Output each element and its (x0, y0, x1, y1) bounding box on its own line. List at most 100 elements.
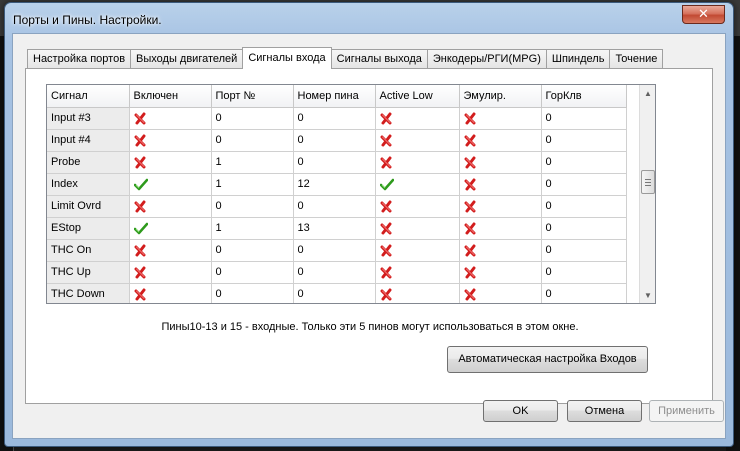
pin-number-cell[interactable]: 0 (293, 239, 376, 262)
column-header-port[interactable]: Порт № (211, 85, 294, 108)
hotkey-cell[interactable]: 0 (541, 261, 627, 284)
enabled-cell[interactable] (129, 283, 212, 303)
enabled-cell[interactable] (129, 239, 212, 262)
tab-port-setup[interactable]: Настройка портов (27, 49, 132, 69)
pin-number-cell[interactable]: 0 (293, 129, 376, 152)
pin-number-cell[interactable]: 0 (293, 151, 376, 174)
port-number-cell[interactable]: 0 (211, 107, 294, 130)
scroll-down-arrow[interactable]: ▼ (640, 287, 655, 303)
red-x-icon (464, 200, 477, 212)
tab-output-signals[interactable]: Сигналы выхода (330, 49, 428, 69)
emulated-cell[interactable] (459, 283, 542, 303)
signal-name-cell[interactable]: Input #3 (47, 107, 130, 130)
emulated-cell[interactable] (459, 151, 542, 174)
signal-name-cell[interactable]: EStop (47, 217, 130, 240)
table-row[interactable]: Input #4 0 0 0 (47, 129, 627, 152)
table-row[interactable]: THC Down 0 0 0 (47, 283, 627, 303)
column-header-enabled[interactable]: Включен (129, 85, 212, 108)
auto-setup-inputs-button[interactable]: Автоматическая настройка Входов (447, 346, 648, 373)
column-header-emulated[interactable]: Эмулир. (459, 85, 542, 108)
red-x-icon (380, 134, 393, 146)
column-header-hotkey[interactable]: ГорКлв (541, 85, 627, 108)
enabled-cell[interactable] (129, 129, 212, 152)
table-row[interactable]: Limit Ovrd 0 0 0 (47, 195, 627, 218)
enabled-cell[interactable] (129, 195, 212, 218)
pin-number-cell[interactable]: 0 (293, 283, 376, 303)
hotkey-cell[interactable]: 0 (541, 217, 627, 240)
tab-encoders-mpg[interactable]: Энкодеры/РГИ(MPG) (426, 49, 547, 69)
title-bar[interactable]: Порты и Пины. Настройки. ✕ (5, 3, 733, 33)
red-x-icon (380, 288, 393, 300)
active-low-cell[interactable] (375, 151, 460, 174)
enabled-cell[interactable] (129, 217, 212, 240)
emulated-cell[interactable] (459, 173, 542, 196)
active-low-cell[interactable] (375, 173, 460, 196)
apply-button[interactable]: Применить (649, 400, 724, 422)
red-x-icon (464, 222, 477, 234)
signal-name-cell[interactable]: Index (47, 173, 130, 196)
signal-name-cell[interactable]: THC Down (47, 283, 130, 303)
column-header-signal[interactable]: Сигнал (47, 85, 130, 108)
pin-number-cell[interactable]: 0 (293, 261, 376, 284)
pin-number-cell[interactable]: 0 (293, 107, 376, 130)
hotkey-cell[interactable]: 0 (541, 173, 627, 196)
hotkey-cell[interactable]: 0 (541, 195, 627, 218)
scroll-up-arrow[interactable]: ▲ (640, 85, 655, 101)
pin-number-cell[interactable]: 13 (293, 217, 376, 240)
hotkey-cell[interactable]: 0 (541, 283, 627, 303)
pin-number-cell[interactable]: 12 (293, 173, 376, 196)
ok-button[interactable]: OK (483, 400, 558, 422)
active-low-cell[interactable] (375, 195, 460, 218)
table-row[interactable]: EStop 1 13 0 (47, 217, 627, 240)
hotkey-cell[interactable]: 0 (541, 129, 627, 152)
table-row[interactable]: THC Up 0 0 0 (47, 261, 627, 284)
active-low-cell[interactable] (375, 217, 460, 240)
port-number-cell[interactable]: 1 (211, 173, 294, 196)
signal-name-cell[interactable]: THC Up (47, 261, 130, 284)
signal-name-cell[interactable]: Limit Ovrd (47, 195, 130, 218)
hotkey-cell[interactable]: 0 (541, 239, 627, 262)
active-low-cell[interactable] (375, 283, 460, 303)
tab-input-signals[interactable]: Сигналы входа (242, 47, 332, 69)
column-header-pin[interactable]: Номер пина (293, 85, 376, 108)
enabled-cell[interactable] (129, 173, 212, 196)
emulated-cell[interactable] (459, 129, 542, 152)
port-number-cell[interactable]: 0 (211, 261, 294, 284)
tab-lathe[interactable]: Точение (609, 49, 664, 69)
column-header-active-low[interactable]: Active Low (375, 85, 460, 108)
enabled-cell[interactable] (129, 107, 212, 130)
active-low-cell[interactable] (375, 129, 460, 152)
emulated-cell[interactable] (459, 239, 542, 262)
active-low-cell[interactable] (375, 107, 460, 130)
tab-motor-outputs[interactable]: Выходы двигателей (130, 49, 244, 69)
port-number-cell[interactable]: 1 (211, 151, 294, 174)
port-number-cell[interactable]: 0 (211, 129, 294, 152)
signal-name-cell[interactable]: Probe (47, 151, 130, 174)
port-number-cell[interactable]: 1 (211, 217, 294, 240)
table-row[interactable]: Probe 1 0 0 (47, 151, 627, 174)
table-row[interactable]: Index 1 12 0 (47, 173, 627, 196)
tab-spindle[interactable]: Шпиндель (545, 49, 611, 69)
signal-name-cell[interactable]: THC On (47, 239, 130, 262)
active-low-cell[interactable] (375, 261, 460, 284)
emulated-cell[interactable] (459, 217, 542, 240)
port-number-cell[interactable]: 0 (211, 239, 294, 262)
port-number-cell[interactable]: 0 (211, 195, 294, 218)
emulated-cell[interactable] (459, 195, 542, 218)
cancel-button[interactable]: Отмена (567, 400, 642, 422)
enabled-cell[interactable] (129, 261, 212, 284)
hotkey-cell[interactable]: 0 (541, 107, 627, 130)
hotkey-cell[interactable]: 0 (541, 151, 627, 174)
active-low-cell[interactable] (375, 239, 460, 262)
table-row[interactable]: THC On 0 0 0 (47, 239, 627, 262)
emulated-cell[interactable] (459, 107, 542, 130)
signal-name-cell[interactable]: Input #4 (47, 129, 130, 152)
scroll-thumb[interactable] (641, 170, 655, 194)
table-row[interactable]: Input #3 0 0 0 (47, 107, 627, 130)
port-number-cell[interactable]: 0 (211, 283, 294, 303)
close-button[interactable]: ✕ (682, 5, 725, 24)
pin-number-cell[interactable]: 0 (293, 195, 376, 218)
grid-vertical-scrollbar[interactable]: ▲ ▼ (639, 85, 655, 303)
enabled-cell[interactable] (129, 151, 212, 174)
emulated-cell[interactable] (459, 261, 542, 284)
